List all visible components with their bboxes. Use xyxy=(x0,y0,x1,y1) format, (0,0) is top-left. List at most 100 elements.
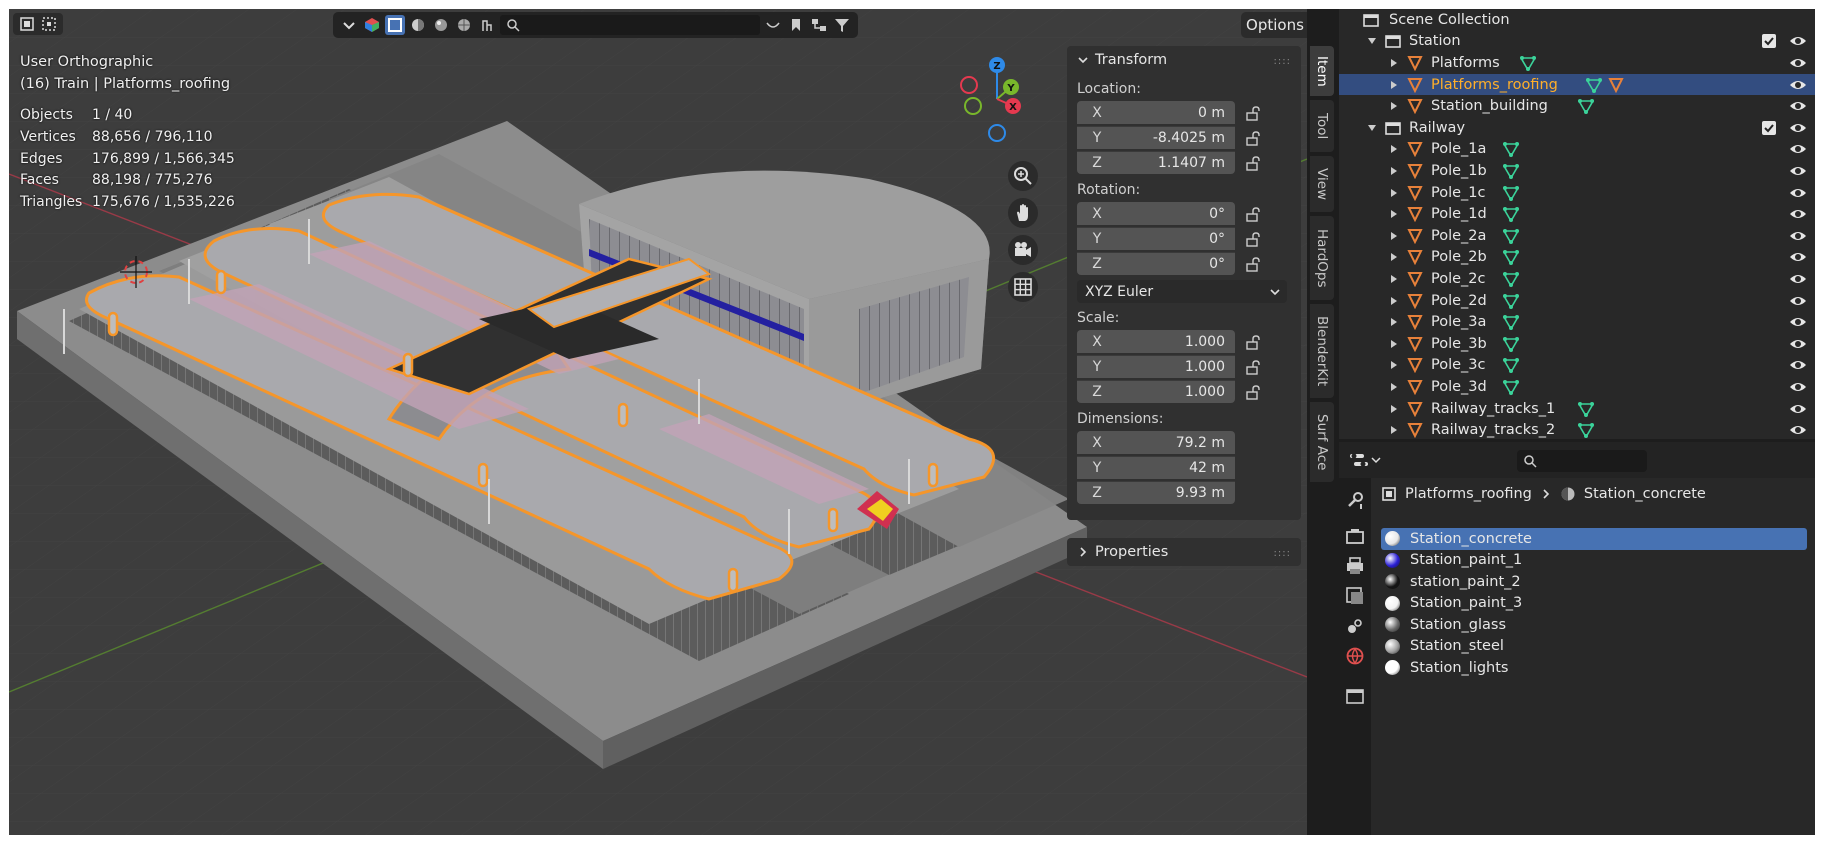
navigation-gizmo[interactable]: Z Y X xyxy=(949,51,1039,151)
outliner-collection-row[interactable]: Railway xyxy=(1339,117,1815,139)
rotation-y-field[interactable]: Y 0° xyxy=(1077,227,1235,250)
select-box-icon[interactable] xyxy=(17,15,37,33)
properties-panel[interactable]: Properties :::: xyxy=(1067,538,1301,566)
breadcrumb-material[interactable]: Station_concrete xyxy=(1584,486,1706,502)
outliner-object-row[interactable]: Pole_2c xyxy=(1339,268,1815,290)
outliner-object-row[interactable]: Pole_3a xyxy=(1339,311,1815,333)
eye-visibility-icon[interactable] xyxy=(1789,358,1807,372)
chevron-right-icon[interactable] xyxy=(1389,404,1399,414)
material-slot[interactable]: Station_paint_1 xyxy=(1381,550,1807,572)
lock-icon[interactable] xyxy=(1245,384,1261,400)
3d-viewport[interactable]: Options User Orthographic (16) Train | P… xyxy=(9,9,1307,835)
outliner-object-row[interactable]: Pole_2a xyxy=(1339,225,1815,247)
outliner-object-row[interactable]: Pole_2b xyxy=(1339,247,1815,269)
properties-search-input[interactable] xyxy=(1517,450,1647,472)
chevron-right-icon[interactable] xyxy=(1389,382,1399,392)
mesh-data-green-icon[interactable] xyxy=(1502,249,1520,266)
eye-visibility-icon[interactable] xyxy=(1789,380,1807,394)
outliner-object-row[interactable]: Railway_tracks_1 xyxy=(1339,398,1815,420)
drag-grip-icon[interactable]: :::: xyxy=(1274,548,1291,559)
outliner-object-row[interactable]: Pole_3b xyxy=(1339,333,1815,355)
chevron-right-icon[interactable] xyxy=(1389,360,1399,370)
mesh-data-green-icon[interactable] xyxy=(1502,336,1520,353)
chevron-right-icon[interactable] xyxy=(1389,274,1399,284)
collection-icon[interactable] xyxy=(1345,686,1365,706)
eye-visibility-icon[interactable] xyxy=(1789,272,1807,286)
select-mode-icon[interactable] xyxy=(39,15,59,33)
view-layer-icon[interactable] xyxy=(1345,586,1365,606)
lock-icon[interactable] xyxy=(1245,206,1261,222)
location-x-field[interactable]: X0 m xyxy=(1077,101,1235,124)
outliner-root[interactable]: Scene Collection xyxy=(1339,9,1815,31)
rotation-mode-dropdown[interactable]: XYZ Euler xyxy=(1077,280,1287,303)
outliner-collection-row[interactable]: Station xyxy=(1339,31,1815,53)
chevron-down-icon[interactable] xyxy=(1367,123,1377,133)
lock-icon[interactable] xyxy=(1245,105,1261,121)
material-slot[interactable]: Station_steel xyxy=(1381,636,1807,658)
chevron-right-icon[interactable] xyxy=(1389,252,1399,262)
drag-grip-icon[interactable]: :::: xyxy=(1274,56,1291,67)
eye-visibility-icon[interactable] xyxy=(1789,250,1807,264)
tab-blenderkit[interactable]: BlenderKit xyxy=(1310,304,1334,398)
chevron-right-icon[interactable] xyxy=(1389,80,1399,90)
mesh-data-green-icon[interactable] xyxy=(1502,141,1520,158)
shading-solid-icon[interactable] xyxy=(408,15,428,35)
outliner-object-row[interactable]: Railway_tracks_2 xyxy=(1339,419,1815,439)
mesh-data-green-icon[interactable] xyxy=(1502,163,1520,180)
outliner-object-row[interactable]: Platforms xyxy=(1339,52,1815,74)
outliner-object-row[interactable]: Pole_2d xyxy=(1339,290,1815,312)
chevron-right-icon[interactable] xyxy=(1389,296,1399,306)
chevron-down-icon[interactable] xyxy=(339,15,359,35)
tab-item[interactable]: Item xyxy=(1310,46,1334,96)
outliner-object-row[interactable]: Pole_1a xyxy=(1339,139,1815,161)
material-slot[interactable]: Station_concrete xyxy=(1381,528,1807,550)
chevron-right-icon[interactable] xyxy=(1389,166,1399,176)
lock-icon[interactable] xyxy=(1245,231,1261,247)
material-slot[interactable]: station_paint_2 xyxy=(1381,571,1807,593)
chevron-right-icon[interactable] xyxy=(1389,231,1399,241)
gizmo-neg-y[interactable] xyxy=(964,97,982,115)
exclude-checkbox[interactable] xyxy=(1762,120,1776,135)
eye-visibility-icon[interactable] xyxy=(1789,56,1807,70)
eye-visibility-icon[interactable] xyxy=(1789,186,1807,200)
editor-type-dropdown[interactable] xyxy=(1349,450,1385,470)
gizmo-toggle-icon[interactable] xyxy=(477,15,497,35)
eye-visibility-icon[interactable] xyxy=(1789,99,1807,113)
properties-header[interactable]: Properties :::: xyxy=(1067,538,1301,566)
chevron-right-icon[interactable] xyxy=(1389,58,1399,68)
scale-y-field[interactable]: Y 1.000 xyxy=(1077,355,1235,378)
outliner-object-row[interactable]: Pole_3d xyxy=(1339,376,1815,398)
location-y-field[interactable]: Y -8.4025 m xyxy=(1077,126,1235,149)
scale-z-field[interactable]: Z 1.000 xyxy=(1077,380,1235,403)
object-visibility-icon[interactable] xyxy=(362,15,382,35)
curve-icon[interactable] xyxy=(763,15,783,35)
mesh-data-green-icon[interactable] xyxy=(1502,379,1520,396)
tool-wrench-icon[interactable] xyxy=(1345,490,1365,510)
eye-visibility-icon[interactable] xyxy=(1789,121,1807,135)
mesh-data-green-icon[interactable] xyxy=(1502,314,1520,331)
outliner-object-row[interactable]: Pole_1c xyxy=(1339,182,1815,204)
mesh-data-green-icon[interactable] xyxy=(1502,271,1520,288)
rotation-x-field[interactable]: X 0° xyxy=(1077,202,1235,225)
hierarchy-icon[interactable] xyxy=(809,15,829,35)
chevron-right-icon[interactable] xyxy=(1389,101,1399,111)
world-icon[interactable] xyxy=(1345,646,1365,666)
tab-view[interactable]: View xyxy=(1310,156,1334,212)
outliner-object-row[interactable]: Pole_1b xyxy=(1339,160,1815,182)
scene-icon[interactable] xyxy=(1345,616,1365,636)
material-slot[interactable]: Station_glass xyxy=(1381,614,1807,636)
viewport-search-input[interactable] xyxy=(500,15,760,35)
outliner-object-row[interactable]: Platforms_roofing xyxy=(1339,73,1815,96)
eye-visibility-icon[interactable] xyxy=(1789,402,1807,416)
chevron-right-icon[interactable] xyxy=(1389,317,1399,327)
eye-visibility-icon[interactable] xyxy=(1789,142,1807,156)
mesh-data-green-icon[interactable] xyxy=(1502,206,1520,223)
mesh-data-green-icon[interactable] xyxy=(1502,357,1520,374)
eye-visibility-icon[interactable] xyxy=(1789,337,1807,351)
exclude-checkbox[interactable] xyxy=(1762,34,1776,49)
mesh-data-green-icon[interactable] xyxy=(1519,55,1537,72)
output-printer-icon[interactable] xyxy=(1345,556,1365,576)
gizmo-neg-x[interactable] xyxy=(960,76,978,94)
eye-visibility-icon[interactable] xyxy=(1789,34,1807,48)
zoom-icon[interactable] xyxy=(1008,161,1038,191)
